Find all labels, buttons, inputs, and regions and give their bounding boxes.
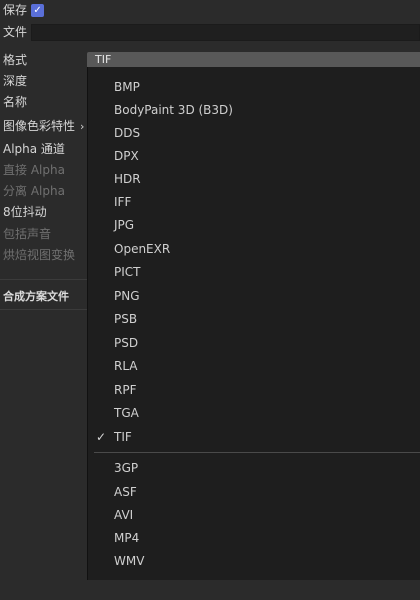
section-divider xyxy=(0,309,87,310)
menu-item-hdr[interactable]: HDR xyxy=(88,167,420,190)
depth-row: 深度 xyxy=(0,71,27,91)
section-divider xyxy=(0,279,87,280)
menu-item-tga[interactable]: TGA xyxy=(88,401,420,424)
format-dropdown-menu: BMP BodyPaint 3D (B3D) DDS DPX HDR IFF J… xyxy=(87,67,420,580)
menu-item-label: RLA xyxy=(114,358,138,373)
menu-item-label: BMP xyxy=(114,79,140,94)
menu-item-asf[interactable]: ASF xyxy=(88,480,420,503)
menu-item-label: 3GP xyxy=(114,460,139,475)
menu-item-label: TGA xyxy=(114,405,139,420)
compositing-row[interactable]: 合成方案文件 xyxy=(0,287,69,307)
menu-item-tif[interactable]: ✓ TIF xyxy=(88,425,420,448)
menu-item-dds[interactable]: DDS xyxy=(88,121,420,144)
compositing-label: 合成方案文件 xyxy=(3,290,69,303)
menu-item-label: PSD xyxy=(114,335,139,350)
file-row: 文件 xyxy=(0,22,27,42)
straight-alpha-label: 直接 Alpha xyxy=(3,163,65,177)
menu-item-iff[interactable]: IFF xyxy=(88,190,420,213)
format-label: 格式 xyxy=(3,53,28,67)
menu-item-label: JPG xyxy=(114,217,135,232)
file-label: 文件 xyxy=(3,25,28,39)
menu-item-rpf[interactable]: RPF xyxy=(88,378,420,401)
file-path-input[interactable] xyxy=(31,24,420,41)
separate-alpha-row: 分离 Alpha xyxy=(0,181,65,201)
alpha-channel-label: Alpha 通道 xyxy=(3,142,65,156)
dither-label: 8位抖动 xyxy=(3,205,47,219)
menu-item-label: DPX xyxy=(114,148,139,163)
menu-item-png[interactable]: PNG xyxy=(88,284,420,307)
dither-row: 8位抖动 xyxy=(0,202,47,222)
bake-view-row: 烘焙视图变换 xyxy=(0,245,75,265)
checkmark-icon: ✓ xyxy=(33,4,42,16)
menu-item-label: HDR xyxy=(114,171,141,186)
menu-item-label: PICT xyxy=(114,264,141,279)
image-color-label: 图像色彩特性 xyxy=(3,119,76,133)
menu-item-label: MP4 xyxy=(114,530,140,545)
menu-divider xyxy=(94,452,420,453)
menu-item-label: WMV xyxy=(114,553,145,568)
straight-alpha-row: 直接 Alpha xyxy=(0,160,65,180)
menu-item-label: BodyPaint 3D (B3D) xyxy=(114,102,233,117)
menu-item-avi[interactable]: AVI xyxy=(88,503,420,526)
menu-item-label: IFF xyxy=(114,194,132,209)
name-label: 名称 xyxy=(3,95,28,109)
include-sound-row: 包括声音 xyxy=(0,224,51,244)
menu-item-label: OpenEXR xyxy=(114,241,171,256)
menu-item-3gp[interactable]: 3GP xyxy=(88,456,420,479)
image-color-row[interactable]: 图像色彩特性 › xyxy=(0,116,84,136)
menu-item-b3d[interactable]: BodyPaint 3D (B3D) xyxy=(88,98,420,121)
menu-item-label: DDS xyxy=(114,125,141,140)
menu-item-rla[interactable]: RLA xyxy=(88,354,420,377)
depth-label: 深度 xyxy=(3,74,28,88)
save-label: 保存 xyxy=(3,3,28,17)
menu-item-label: PNG xyxy=(114,288,140,303)
menu-item-dpx[interactable]: DPX xyxy=(88,144,420,167)
include-sound-label: 包括声音 xyxy=(3,227,52,241)
checkmark-icon: ✓ xyxy=(95,429,107,444)
menu-item-mp4[interactable]: MP4 xyxy=(88,526,420,549)
alpha-channel-row: Alpha 通道 xyxy=(0,139,65,159)
menu-item-pict[interactable]: PICT xyxy=(88,260,420,283)
name-row: 名称 xyxy=(0,92,27,112)
menu-item-bmp[interactable]: BMP xyxy=(88,75,420,98)
menu-item-jpg[interactable]: JPG xyxy=(88,213,420,236)
menu-item-psd[interactable]: PSD xyxy=(88,331,420,354)
menu-item-openexr[interactable]: OpenEXR xyxy=(88,237,420,260)
bake-view-label: 烘焙视图变换 xyxy=(3,248,76,262)
chevron-right-icon[interactable]: › xyxy=(80,120,84,133)
menu-item-label: ASF xyxy=(114,484,137,499)
format-select[interactable]: TIF xyxy=(87,52,420,67)
format-row: 格式 xyxy=(0,50,27,70)
save-row: 保存 ✓ xyxy=(0,0,45,20)
save-checkbox[interactable]: ✓ xyxy=(31,3,45,17)
menu-item-psb[interactable]: PSB xyxy=(88,307,420,330)
menu-item-wmv[interactable]: WMV xyxy=(88,549,420,572)
menu-item-label: PSB xyxy=(114,311,138,326)
menu-item-label: RPF xyxy=(114,382,137,397)
separate-alpha-label: 分离 Alpha xyxy=(3,184,65,198)
menu-item-label: TIF xyxy=(114,429,132,444)
menu-item-label: AVI xyxy=(114,507,134,522)
